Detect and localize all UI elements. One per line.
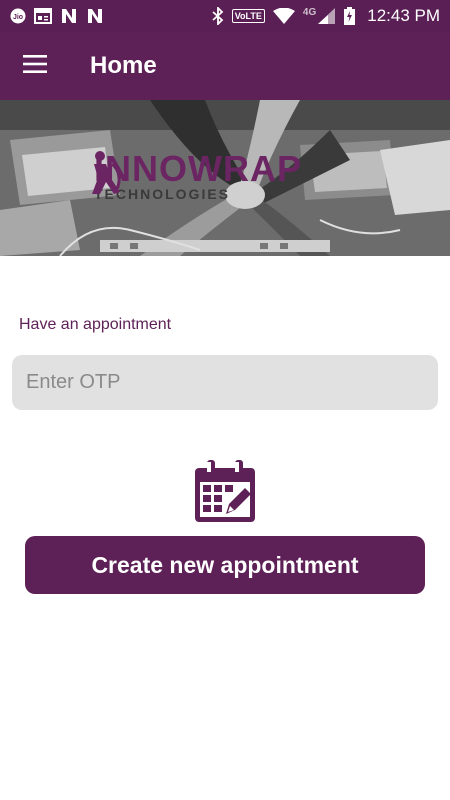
clock: 12:43 PM: [367, 6, 440, 25]
wifi-icon: [272, 7, 295, 25]
page-title: Home: [90, 52, 157, 79]
hero-banner: INNOWRAP TECHNOLOGIES: [0, 100, 450, 256]
menu-button[interactable]: [0, 32, 70, 100]
otp-input[interactable]: [12, 355, 438, 410]
signal-icon: [318, 7, 336, 25]
status-bar: Jio VoLTE 4G 12:43 PM: [0, 0, 450, 32]
svg-text:Jio: Jio: [13, 14, 23, 21]
bluetooth-icon: [212, 7, 224, 25]
jio-icon: Jio: [10, 7, 26, 25]
status-bar-left: Jio: [10, 7, 104, 25]
appointment-label: Have an appointment: [19, 316, 172, 333]
status-bar-right: VoLTE 4G 12:43 PM: [212, 6, 440, 26]
battery-icon: [344, 7, 356, 25]
app-bar: Home: [0, 32, 450, 100]
volte-icon: VoLTE: [231, 9, 265, 23]
calendar-icon[interactable]: [193, 460, 257, 524]
create-appointment-button[interactable]: Create new appointment: [25, 536, 425, 594]
brand-logo: INNOWRAP TECHNOLOGIES: [86, 150, 302, 202]
n-notification-icon: [60, 7, 78, 25]
hamburger-menu-icon: [23, 54, 47, 78]
network-type-label: 4G: [302, 6, 317, 18]
n-notification-icon: [86, 7, 104, 25]
news-icon: [34, 7, 52, 25]
